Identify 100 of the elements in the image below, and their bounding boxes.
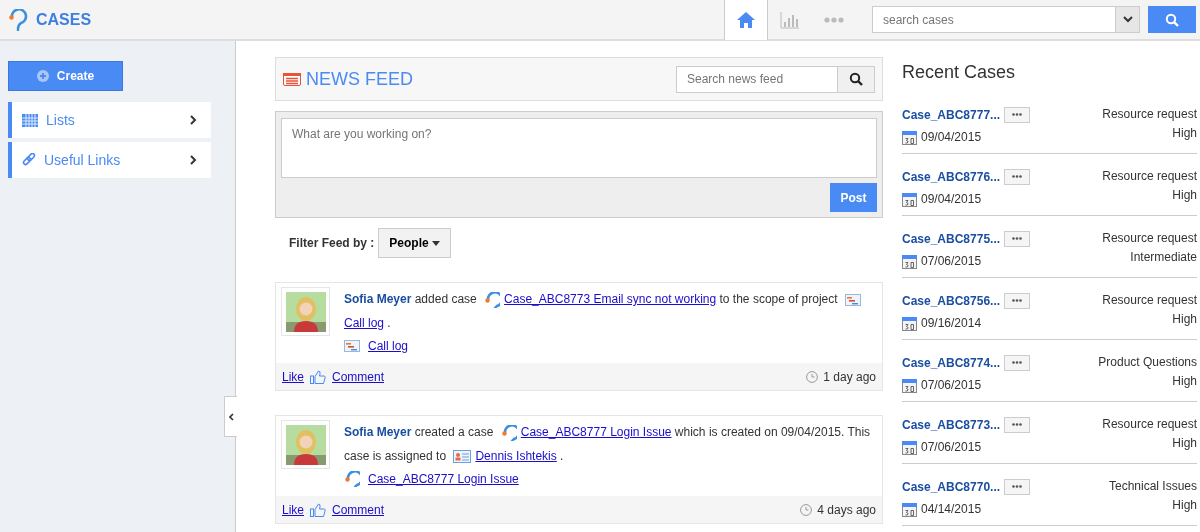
case-priority: High <box>1171 187 1197 204</box>
chevron-icon <box>190 155 197 165</box>
case-date: 09/16/2014 <box>921 315 982 332</box>
case-date: 04/14/2015 <box>921 501 982 518</box>
case-category: Resource request <box>1102 106 1197 123</box>
collapse-handle[interactable] <box>224 396 237 437</box>
chevron-left-icon <box>228 412 234 421</box>
activity-text: Sofia Meyer created a case Case_ABC8777 Login Issue which is created on 09/04/2015. This case is assigned to Dennis Ishtekis . <box>344 423 872 466</box>
logo-icon <box>8 8 28 31</box>
more-button[interactable] <box>1004 106 1031 123</box>
more-button[interactable] <box>1004 416 1031 433</box>
calendar-icon <box>902 129 917 145</box>
filter-dropdown[interactable]: People <box>378 228 451 258</box>
plus-icon <box>36 70 49 82</box>
dropdown-button[interactable] <box>1116 6 1140 33</box>
case-icon <box>344 471 360 487</box>
user-link[interactable]: Dennis Ishtekis <box>475 449 557 463</box>
sidebar-item[interactable]: Lists <box>8 102 211 138</box>
like-link[interactable]: Like <box>282 500 304 519</box>
gantt-icon <box>344 340 360 352</box>
clock-icon <box>800 503 813 516</box>
more-icon <box>1012 299 1023 302</box>
bar-chart-icon <box>780 10 800 29</box>
project-link[interactable]: Call log <box>344 316 385 330</box>
caret-icon <box>1122 16 1133 23</box>
case-priority: High <box>1171 373 1197 390</box>
more-button[interactable] <box>1004 354 1031 371</box>
thumbs-up-icon <box>310 369 326 384</box>
avatar-icon <box>285 291 326 332</box>
case-link[interactable]: Case_ABC8775... <box>902 229 1001 248</box>
search-icon <box>1165 12 1179 27</box>
more-icon <box>824 16 844 23</box>
post-input[interactable]: What are you working on? <box>281 118 877 178</box>
filter-label: Filter Feed by : <box>289 235 375 252</box>
activity-text: Sofia Meyer added case Case_ABC8773 Email sync not working to the scope of project Call log . <box>344 287 877 335</box>
home-icon <box>736 10 756 29</box>
calendar-icon <box>902 253 917 269</box>
grid-icon <box>22 113 38 127</box>
project-link[interactable]: Call log <box>368 335 409 357</box>
case-date: 07/06/2015 <box>921 377 982 394</box>
case-category: Technical Issues <box>1108 478 1197 495</box>
case-link[interactable]: Case_ABC8774... <box>902 353 1001 372</box>
more-icon <box>1012 175 1023 178</box>
section-title: Recent Cases <box>902 61 1017 83</box>
more-button[interactable] <box>1004 478 1031 495</box>
calendar-icon <box>902 377 917 393</box>
case-icon <box>500 424 517 441</box>
more-icon <box>1012 485 1023 488</box>
more-icon <box>1012 361 1023 364</box>
case-link[interactable]: Case_ABC8770... <box>902 477 1001 496</box>
case-priority: High <box>1171 497 1197 514</box>
case-link[interactable]: Case_ABC8777 Login Issue <box>520 425 672 439</box>
case-category: Product Questions <box>1098 354 1197 371</box>
case-icon <box>484 291 501 308</box>
calendar-icon <box>902 501 917 517</box>
chevron-icon <box>190 115 197 125</box>
newspaper-icon <box>283 72 301 86</box>
like-link[interactable]: Like <box>282 367 304 386</box>
post-time: 1 day ago <box>823 368 876 386</box>
thumbs-up-icon <box>310 502 326 517</box>
feed-search-field[interactable]: Search news feed <box>676 65 838 93</box>
case-link[interactable]: Case_ABC8777... <box>902 105 1001 124</box>
more-icon <box>1012 237 1023 240</box>
more-icon <box>1012 113 1023 116</box>
case-date: 07/06/2015 <box>921 253 982 270</box>
calendar-icon <box>902 439 917 455</box>
app-title: CASES <box>36 9 92 30</box>
gantt-icon <box>844 293 861 306</box>
case-date: 09/04/2015 <box>921 191 982 208</box>
calendar-icon <box>902 191 917 207</box>
case-priority: High <box>1171 125 1197 142</box>
case-link[interactable]: Case_ABC8756... <box>902 291 1001 310</box>
caret-icon <box>431 240 440 246</box>
search-field[interactable]: search cases <box>872 6 1116 33</box>
feed-title: NEWS FEED <box>306 67 413 91</box>
case-date: 07/06/2015 <box>921 439 982 456</box>
case-date: 09/04/2015 <box>921 129 982 146</box>
case-link[interactable]: Case_ABC8777 Login Issue <box>368 468 519 490</box>
post-time: 4 days ago <box>817 501 876 519</box>
home-tab[interactable] <box>724 0 768 40</box>
more-button[interactable] <box>1004 168 1031 185</box>
case-category: Resource request <box>1102 168 1197 185</box>
search-button[interactable] <box>838 65 875 93</box>
search-icon <box>849 72 863 86</box>
comment-link[interactable]: Comment <box>332 367 385 386</box>
case-priority: High <box>1171 435 1197 452</box>
avatar-icon <box>285 424 326 465</box>
case-category: Resource request <box>1102 230 1197 247</box>
case-priority: Intermediate <box>1129 249 1197 266</box>
case-link[interactable]: Case_ABC8773... <box>902 415 1001 434</box>
case-category: Resource request <box>1102 416 1197 433</box>
case-category: Resource request <box>1102 292 1197 309</box>
contact-card-icon <box>453 450 472 464</box>
more-button[interactable] <box>1004 230 1031 247</box>
comment-link[interactable]: Comment <box>332 500 385 519</box>
calendar-icon <box>902 315 917 331</box>
case-priority: High <box>1171 311 1197 328</box>
case-link[interactable]: Case_ABC8773 Email sync not working <box>504 292 717 306</box>
more-button[interactable] <box>1004 292 1031 309</box>
case-link[interactable]: Case_ABC8776... <box>902 167 1001 186</box>
